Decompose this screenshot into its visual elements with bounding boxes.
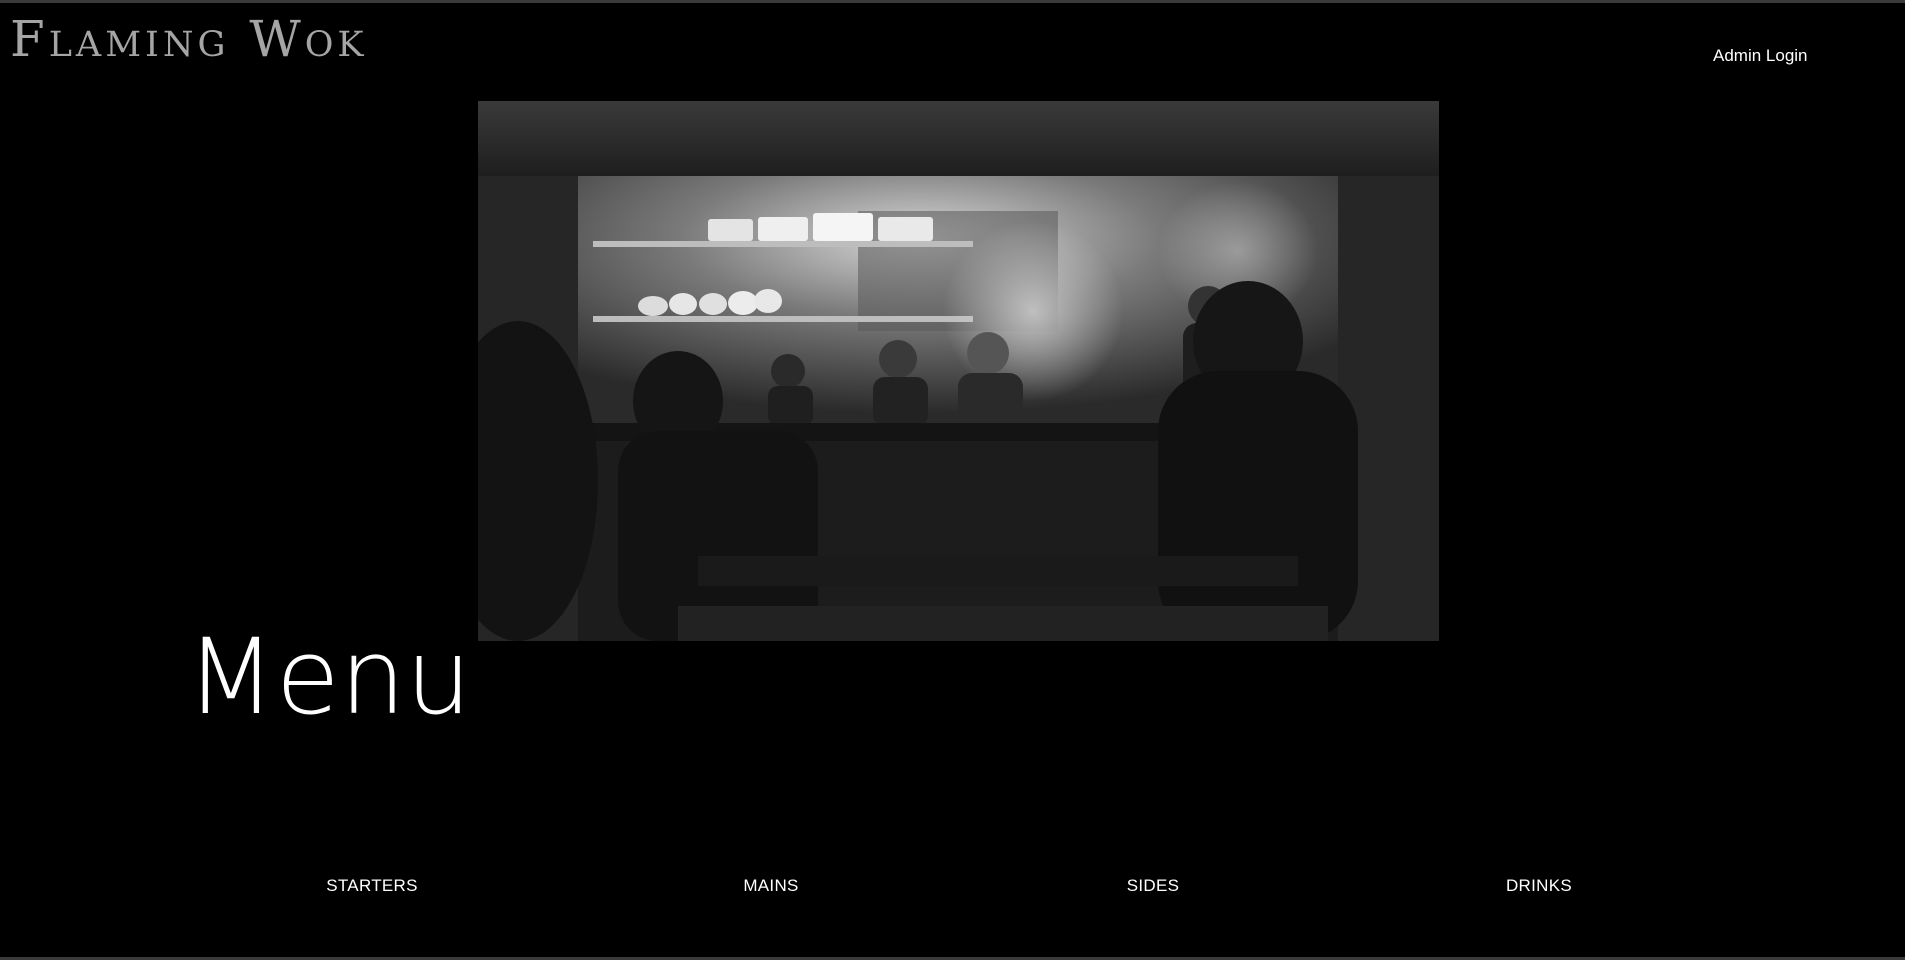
menu-category-starters[interactable]: STARTERS [326,876,418,896]
page-title: Menu [186,616,472,738]
brand-logo[interactable]: Flaming Wok [10,14,368,64]
hero-image [478,101,1439,641]
admin-login-link[interactable]: Admin Login [1713,46,1808,66]
menu-category-drinks[interactable]: DRINKS [1506,876,1572,896]
menu-category-nav: STARTERS MAINS SIDES DRINKS [0,876,1905,900]
top-border [0,0,1905,3]
menu-category-mains[interactable]: MAINS [743,876,798,896]
menu-category-sides[interactable]: SIDES [1127,876,1180,896]
